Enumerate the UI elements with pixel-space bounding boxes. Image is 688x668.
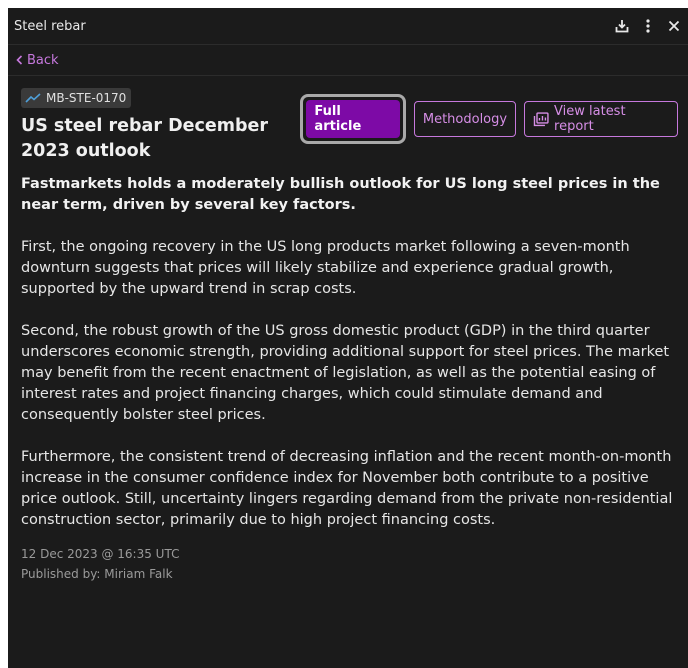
article-meta: 12 Dec 2023 @ 16:35 UTC Published by: Mi… [21, 544, 675, 584]
article-author: Published by: Miriam Falk [21, 567, 173, 581]
article-header: MB-STE-0170 US steel rebar December 2023… [21, 88, 678, 164]
title-bar: Steel rebar [8, 8, 688, 45]
back-bar: Back [8, 45, 688, 76]
view-latest-report-label: View latest report [554, 104, 626, 134]
article-paragraph-2: Second, the robust growth of the US gros… [21, 323, 670, 423]
article-code: MB-STE-0170 [46, 91, 127, 105]
code-badge: MB-STE-0170 [21, 88, 132, 108]
more-options-icon[interactable] [640, 18, 656, 34]
close-icon[interactable] [666, 18, 682, 34]
back-link[interactable]: Back [16, 53, 59, 68]
article-panel: Steel rebar Back MB-STE-0170 US steel re… [8, 8, 688, 668]
download-icon[interactable] [614, 18, 630, 34]
full-article-button[interactable]: Full article [306, 100, 400, 138]
view-latest-report-button[interactable]: View latest report [524, 101, 678, 137]
window-title: Steel rebar [14, 18, 86, 34]
article-date: 12 Dec 2023 @ 16:35 UTC [21, 547, 180, 561]
article-paragraph-1: First, the ongoing recovery in the US lo… [21, 239, 630, 297]
methodology-button[interactable]: Methodology [413, 101, 517, 137]
article-actions: Full article Methodology View latest rep… [300, 94, 678, 144]
article-paragraph-3: Furthermore, the consistent trend of dec… [21, 449, 673, 528]
trend-chart-icon [25, 93, 41, 103]
article-title: US steel rebar December 2023 outlook [21, 116, 268, 161]
article-header-left: MB-STE-0170 US steel rebar December 2023… [21, 88, 300, 164]
article-content: MB-STE-0170 US steel rebar December 2023… [8, 76, 688, 584]
title-bar-actions [614, 18, 682, 34]
back-label: Back [27, 52, 59, 68]
article-lead: Fastmarkets holds a moderately bullish o… [21, 176, 660, 213]
chevron-left-icon [16, 55, 23, 65]
focus-ring: Full article [300, 94, 406, 144]
report-icon [533, 111, 549, 126]
